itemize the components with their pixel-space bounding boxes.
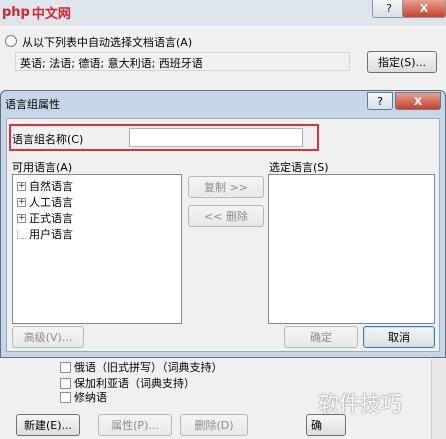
tree-item-label: 用户语言 xyxy=(29,228,73,241)
dialog-title: 语言组属性 xyxy=(5,98,60,111)
list-item-label: 保加利亚语（词典支持） xyxy=(74,377,195,390)
expand-icon[interactable]: + xyxy=(17,181,26,191)
logo-text-cn: 中文网 xyxy=(31,6,71,22)
tree-item-label: 人工语言 xyxy=(29,196,73,209)
copy-button[interactable]: 复制 >> xyxy=(188,176,264,198)
background-title-bar: php 中文网 ? X xyxy=(0,0,446,26)
list-item[interactable]: 俄语（旧式拼写）（词典支持） xyxy=(60,359,223,375)
cancel-button[interactable]: 取消 xyxy=(363,326,435,348)
selected-languages-label: 选定语言(S) xyxy=(269,161,329,174)
tree-item-natural[interactable]: + 自然语言 xyxy=(17,178,73,194)
dialog-title-bar: 语言组属性 ? X xyxy=(1,91,445,115)
list-item[interactable]: 保加利亚语（词典支持） xyxy=(60,375,195,391)
tree-item-label: 自然语言 xyxy=(29,180,73,193)
list-item-label: 修纳语 xyxy=(74,391,107,403)
new-button[interactable]: 新建(E)... xyxy=(16,414,80,436)
available-languages-tree[interactable]: + 自然语言 + 人工语言 + 正式语言 用户语言 xyxy=(12,174,182,324)
expand-icon[interactable]: + xyxy=(17,197,26,207)
dialog-help-button[interactable]: ? xyxy=(367,92,393,110)
advanced-button[interactable]: 高级(V)... xyxy=(12,326,84,348)
group-name-label: 语言组名称(C) xyxy=(12,133,84,146)
background-help-button[interactable]: ? xyxy=(372,0,406,18)
checkbox[interactable] xyxy=(60,377,71,389)
watermark: 软件技巧 xyxy=(318,392,402,416)
remove-button[interactable]: << 删除 xyxy=(188,205,264,227)
auto-detect-radio[interactable] xyxy=(5,35,17,47)
language-list-field: 英语; 法语; 德语; 意大利语; 西班牙语 xyxy=(15,52,350,71)
list-scrollbar[interactable] xyxy=(431,359,446,439)
expand-icon[interactable]: + xyxy=(17,213,26,223)
tree-line-icon xyxy=(17,229,26,239)
tree-item-label: 正式语言 xyxy=(29,212,73,225)
logo-text-php: php xyxy=(2,4,30,20)
available-languages-label: 可用语言(A) xyxy=(12,161,73,174)
language-list-text: 英语; 法语; 德语; 意大利语; 西班牙语 xyxy=(20,57,203,70)
dialog-content: 语言组名称(C) 可用语言(A) 选定语言(S) + 自然语言 + 人工语言 +… xyxy=(6,118,440,352)
auto-detect-label: 从以下列表中自动选择文档语言(A) xyxy=(22,36,193,49)
ok-button[interactable]: 确定 xyxy=(284,326,358,348)
properties-button[interactable]: 属性(P)... xyxy=(98,414,172,436)
site-logo: php 中文网 xyxy=(2,1,71,23)
tree-item-artificial[interactable]: + 人工语言 xyxy=(17,194,73,210)
tree-item-user[interactable]: 用户语言 xyxy=(17,226,73,242)
checkbox[interactable] xyxy=(60,361,71,373)
list-item[interactable]: 修纳语 xyxy=(60,391,107,403)
group-name-input[interactable] xyxy=(129,128,303,147)
tree-item-formal[interactable]: + 正式语言 xyxy=(17,210,73,226)
list-item-label: 俄语（旧式拼写）（词典支持） xyxy=(74,361,223,374)
specify-button[interactable]: 指定(S)... xyxy=(367,51,437,73)
delete-button[interactable]: 删除(D) xyxy=(180,414,248,436)
selected-languages-list[interactable] xyxy=(268,174,435,324)
dialog-close-button[interactable]: X xyxy=(395,92,441,110)
checkbox[interactable] xyxy=(60,391,71,403)
background-close-button[interactable]: X xyxy=(402,0,446,18)
language-group-dialog: 语言组属性 ? X 语言组名称(C) 可用语言(A) 选定语言(S) + 自然语… xyxy=(0,90,446,358)
